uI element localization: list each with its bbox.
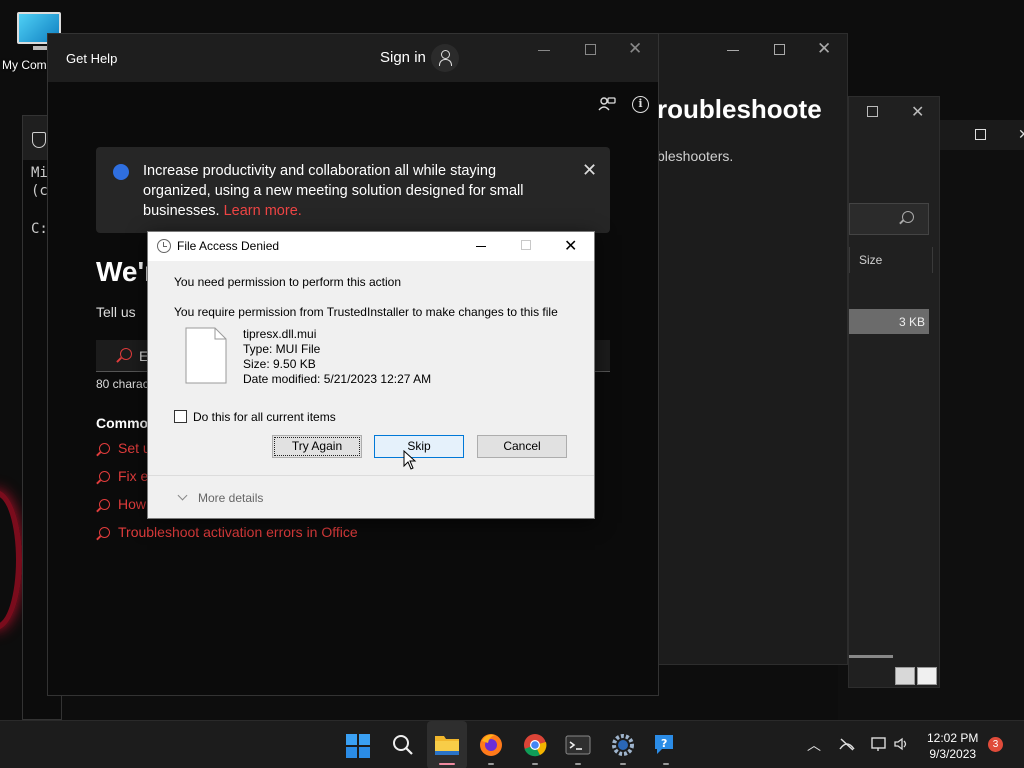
- file-explorer-icon: [435, 736, 459, 755]
- desktop-icon-label: My Com: [2, 58, 47, 72]
- info-icon[interactable]: i: [632, 96, 649, 113]
- file-name: tipresx.dll.mui: [243, 327, 317, 341]
- file-details: tipresx.dll.mui Type: MUI File Size: 9.5…: [243, 327, 431, 387]
- app-title: Get Help: [66, 51, 118, 66]
- search-icon: [99, 527, 110, 538]
- taskbar-firefox[interactable]: [471, 721, 511, 768]
- mouse-cursor-icon: [403, 450, 417, 470]
- taskbar-get-help[interactable]: ?: [646, 721, 686, 768]
- prompt-text: Tell us: [96, 304, 136, 320]
- help-link[interactable]: Fix e: [96, 468, 148, 484]
- get-help-icon: ?: [655, 735, 673, 754]
- firefox-icon: [480, 734, 502, 756]
- dialog-title: File Access Denied: [177, 239, 280, 253]
- title-bar: Get Help Sign in ✕: [48, 34, 658, 82]
- search-icon: [99, 443, 110, 454]
- help-link[interactable]: Troubleshoot activation errors in Office: [96, 524, 358, 540]
- cancel-button[interactable]: Cancel: [477, 435, 567, 458]
- maximize-button[interactable]: [774, 44, 785, 55]
- skip-button[interactable]: Skip: [374, 435, 464, 458]
- search-icon: [99, 471, 110, 482]
- chrome-icon: [524, 734, 547, 757]
- search-icon: [120, 348, 132, 360]
- troubleshooter-window[interactable]: ✕ roubleshoote bleshooters.: [656, 33, 848, 665]
- taskbar-search-button[interactable]: [383, 721, 423, 768]
- terminal-icon: [565, 735, 591, 755]
- dialog-detail-message: You require permission from TrustedInsta…: [174, 305, 558, 319]
- start-button[interactable]: [338, 721, 378, 768]
- dialog-title-bar: File Access Denied ✕: [148, 232, 594, 261]
- shield-icon: [32, 132, 46, 148]
- settings-icon: [612, 734, 634, 756]
- search-icon: [393, 735, 413, 755]
- close-button[interactable]: ✕: [817, 39, 831, 59]
- common-issues-heading: Commo: [96, 415, 149, 431]
- close-button[interactable]: ✕: [564, 236, 577, 256]
- try-again-button[interactable]: Try Again: [272, 435, 362, 458]
- page-title: roubleshoote: [657, 94, 822, 124]
- file-icon: [185, 327, 227, 384]
- taskbar: ? ︿ 12:02 PM 9/3/2023 3: [0, 720, 1024, 768]
- time-label: 12:02 PM: [927, 731, 979, 745]
- apply-to-all-checkbox[interactable]: [174, 410, 187, 423]
- file-explorer-window[interactable]: ✕ Size 3 KB: [848, 96, 940, 688]
- search-icon: [902, 211, 914, 223]
- wallpaper-glow: [0, 490, 22, 630]
- sign-in-button[interactable]: Sign in: [380, 49, 426, 66]
- teams-icon: [113, 164, 129, 180]
- selected-file-row[interactable]: 3 KB: [849, 309, 929, 334]
- help-link[interactable]: Set u: [96, 440, 151, 456]
- file-type: Type: MUI File: [243, 342, 321, 356]
- tiles-view-icon[interactable]: [917, 667, 937, 685]
- apply-to-all-label[interactable]: Do this for all current items: [193, 410, 336, 424]
- help-link[interactable]: How: [96, 496, 146, 512]
- taskbar-terminal[interactable]: [558, 721, 598, 768]
- maximize-button[interactable]: [585, 44, 596, 55]
- feedback-icon[interactable]: [598, 96, 616, 114]
- minimize-button[interactable]: [476, 246, 486, 247]
- start-icon: [346, 734, 370, 758]
- maximize-button[interactable]: [867, 106, 878, 117]
- taskbar-settings[interactable]: [603, 721, 643, 768]
- close-button[interactable]: ✕: [911, 102, 924, 122]
- close-icon[interactable]: ✕: [582, 160, 597, 181]
- details-view-icon[interactable]: [895, 667, 915, 685]
- maximize-button: [521, 240, 531, 250]
- notification-badge[interactable]: 3: [988, 737, 1003, 752]
- file-size: Size: 9.50 KB: [243, 357, 316, 371]
- more-details-toggle[interactable]: More details: [148, 475, 594, 518]
- close-button[interactable]: ✕: [1018, 126, 1024, 143]
- svg-text:?: ?: [661, 737, 667, 750]
- chevron-down-icon: [177, 490, 188, 501]
- network-off-icon[interactable]: [838, 737, 856, 751]
- page-subtitle: bleshooters.: [657, 148, 734, 164]
- file-date-modified: Date modified: 5/21/2023 12:27 AM: [243, 372, 432, 386]
- minimize-button[interactable]: [538, 50, 550, 51]
- minimize-button[interactable]: [727, 50, 739, 51]
- more-details-label: More details: [198, 491, 264, 505]
- banner-text: Increase productivity and collaboration …: [143, 163, 524, 219]
- maximize-button[interactable]: [975, 129, 986, 140]
- promo-banner: Increase productivity and collaboration …: [96, 147, 610, 233]
- search-input[interactable]: [849, 203, 929, 235]
- dialog-message: You need permission to perform this acti…: [174, 275, 402, 289]
- date-label: 9/3/2023: [929, 747, 977, 761]
- network-icon[interactable]: [870, 736, 888, 752]
- taskbar-file-explorer[interactable]: [427, 721, 467, 768]
- horizontal-scrollbar[interactable]: [849, 655, 893, 658]
- learn-more-link[interactable]: Learn more.: [224, 203, 302, 219]
- account-icon[interactable]: [431, 44, 459, 72]
- close-button[interactable]: ✕: [628, 39, 642, 59]
- character-count: 80 charac: [96, 377, 149, 391]
- file-access-denied-dialog[interactable]: File Access Denied ✕ You need permission…: [147, 231, 595, 519]
- chevron-up-icon[interactable]: ︿: [807, 735, 821, 755]
- taskbar-chrome[interactable]: [515, 721, 555, 768]
- clock-icon: [157, 239, 171, 253]
- volume-icon[interactable]: [893, 737, 911, 751]
- clock[interactable]: 12:02 PM 9/3/2023: [927, 730, 978, 762]
- search-icon: [99, 499, 110, 510]
- column-header-size[interactable]: Size: [849, 247, 933, 273]
